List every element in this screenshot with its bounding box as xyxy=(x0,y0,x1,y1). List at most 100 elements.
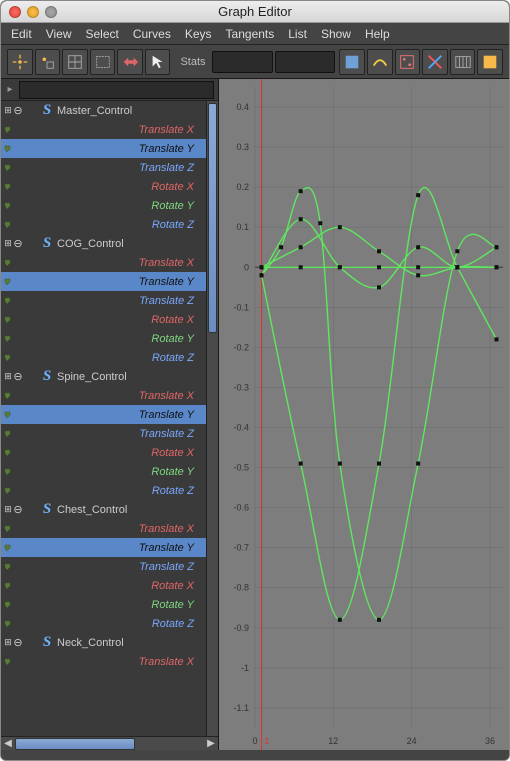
frame-all-icon[interactable] xyxy=(339,49,365,75)
outliner-node[interactable]: ⊞⊖SSpine_Control xyxy=(1,367,206,386)
collapse-icon[interactable]: ⊖ xyxy=(13,370,23,383)
menu-list[interactable]: List xyxy=(288,27,307,41)
hscroll-right-icon[interactable]: ▶ xyxy=(204,738,218,750)
stats-value-input[interactable] xyxy=(275,51,336,73)
menu-show[interactable]: Show xyxy=(321,27,351,41)
clamped-tangent-icon[interactable] xyxy=(422,49,448,75)
collapse-icon[interactable]: ⊖ xyxy=(13,636,23,649)
attribute-row[interactable]: Translate Y xyxy=(1,139,206,158)
key-pin-icon[interactable] xyxy=(3,448,13,458)
key-pin-icon[interactable] xyxy=(3,600,13,610)
outliner-hscrollbar[interactable]: ◀ ▶ xyxy=(1,736,218,750)
menu-curves[interactable]: Curves xyxy=(133,27,171,41)
attribute-row[interactable]: Translate X xyxy=(1,253,206,272)
key-pin-icon[interactable] xyxy=(3,182,13,192)
key-pin-icon[interactable] xyxy=(3,581,13,591)
attribute-row[interactable]: Translate X xyxy=(1,120,206,139)
outliner-vscrollbar[interactable] xyxy=(206,101,218,736)
svg-text:0: 0 xyxy=(252,736,257,746)
outliner-node[interactable]: ⊞⊖SCOG_Control xyxy=(1,234,206,253)
attribute-row[interactable]: Translate Y xyxy=(1,272,206,291)
key-pin-icon[interactable] xyxy=(3,467,13,477)
retime-tool-icon[interactable] xyxy=(117,49,143,75)
attribute-row[interactable]: Rotate X xyxy=(1,576,206,595)
graph-view[interactable]: -1.1-1-0.9-0.8-0.7-0.6-0.5-0.4-0.3-0.2-0… xyxy=(219,79,509,750)
key-pin-icon[interactable] xyxy=(3,315,13,325)
select-tool-icon[interactable] xyxy=(145,49,171,75)
key-pin-icon[interactable] xyxy=(3,125,13,135)
key-pin-icon[interactable] xyxy=(3,410,13,420)
attribute-row[interactable]: Translate Z xyxy=(1,557,206,576)
attribute-label: Translate Y xyxy=(19,542,206,554)
key-pin-icon[interactable] xyxy=(3,353,13,363)
key-pin-icon[interactable] xyxy=(3,201,13,211)
menu-tangents[interactable]: Tangents xyxy=(226,27,275,41)
expand-icon[interactable]: ⊞ xyxy=(3,637,13,648)
key-pin-icon[interactable] xyxy=(3,258,13,268)
region-tool-icon[interactable] xyxy=(90,49,116,75)
attribute-row[interactable]: Translate Z xyxy=(1,291,206,310)
expand-icon[interactable]: ⊞ xyxy=(3,105,13,116)
auto-tangent-icon[interactable] xyxy=(367,49,393,75)
key-pin-icon[interactable] xyxy=(3,296,13,306)
attribute-row[interactable]: Translate Y xyxy=(1,538,206,557)
attribute-row[interactable]: Rotate X xyxy=(1,310,206,329)
expand-icon[interactable]: ⊞ xyxy=(3,371,13,382)
attribute-row[interactable]: Rotate Z xyxy=(1,215,206,234)
menu-edit[interactable]: Edit xyxy=(11,27,32,41)
expand-icon[interactable]: ⊞ xyxy=(3,504,13,515)
attribute-row[interactable]: Rotate Y xyxy=(1,196,206,215)
menu-select[interactable]: Select xyxy=(85,27,118,41)
collapse-icon[interactable]: ⊖ xyxy=(13,104,23,117)
attribute-row[interactable]: Rotate X xyxy=(1,177,206,196)
key-pin-icon[interactable] xyxy=(3,391,13,401)
attribute-row[interactable]: Translate Z xyxy=(1,158,206,177)
menu-view[interactable]: View xyxy=(46,27,72,41)
buffer-curve-icon[interactable] xyxy=(450,49,476,75)
key-pin-icon[interactable] xyxy=(3,543,13,553)
insert-key-tool-icon[interactable] xyxy=(35,49,61,75)
key-pin-icon[interactable] xyxy=(3,524,13,534)
move-key-tool-icon[interactable] xyxy=(7,49,33,75)
filter-toggle-icon[interactable]: ▸ xyxy=(1,84,19,95)
swap-buffer-icon[interactable] xyxy=(477,49,503,75)
attribute-row[interactable]: Rotate Y xyxy=(1,595,206,614)
spline-tangent-icon[interactable] xyxy=(395,49,421,75)
key-pin-icon[interactable] xyxy=(3,657,13,667)
lattice-tool-icon[interactable] xyxy=(62,49,88,75)
attribute-row[interactable]: Translate X xyxy=(1,652,206,671)
menu-keys[interactable]: Keys xyxy=(185,27,212,41)
menu-help[interactable]: Help xyxy=(365,27,390,41)
outliner-hscroll-thumb[interactable] xyxy=(15,738,135,750)
key-pin-icon[interactable] xyxy=(3,163,13,173)
collapse-icon[interactable]: ⊖ xyxy=(13,503,23,516)
key-pin-icon[interactable] xyxy=(3,334,13,344)
attribute-row[interactable]: Rotate X xyxy=(1,443,206,462)
hscroll-left-icon[interactable]: ◀ xyxy=(1,738,15,750)
key-pin-icon[interactable] xyxy=(3,562,13,572)
attribute-row[interactable]: Translate X xyxy=(1,386,206,405)
key-pin-icon[interactable] xyxy=(3,144,13,154)
key-pin-icon[interactable] xyxy=(3,277,13,287)
stats-frame-input[interactable] xyxy=(212,51,273,73)
key-pin-icon[interactable] xyxy=(3,619,13,629)
attribute-row[interactable]: Translate X xyxy=(1,519,206,538)
attribute-row[interactable]: Rotate Z xyxy=(1,348,206,367)
outliner-node[interactable]: ⊞⊖SMaster_Control xyxy=(1,101,206,120)
attribute-row[interactable]: Rotate Z xyxy=(1,614,206,633)
outliner-node[interactable]: ⊞⊖SChest_Control xyxy=(1,500,206,519)
attribute-row[interactable]: Rotate Y xyxy=(1,462,206,481)
key-pin-icon[interactable] xyxy=(3,486,13,496)
titlebar[interactable]: Graph Editor xyxy=(1,1,509,23)
outliner-vscroll-thumb[interactable] xyxy=(208,103,217,333)
key-pin-icon[interactable] xyxy=(3,220,13,230)
attribute-row[interactable]: Translate Z xyxy=(1,424,206,443)
attribute-row[interactable]: Translate Y xyxy=(1,405,206,424)
attribute-row[interactable]: Rotate Z xyxy=(1,481,206,500)
expand-icon[interactable]: ⊞ xyxy=(3,238,13,249)
key-pin-icon[interactable] xyxy=(3,429,13,439)
outliner-node[interactable]: ⊞⊖SNeck_Control xyxy=(1,633,206,652)
collapse-icon[interactable]: ⊖ xyxy=(13,237,23,250)
attribute-row[interactable]: Rotate Y xyxy=(1,329,206,348)
filter-input[interactable] xyxy=(19,81,214,99)
